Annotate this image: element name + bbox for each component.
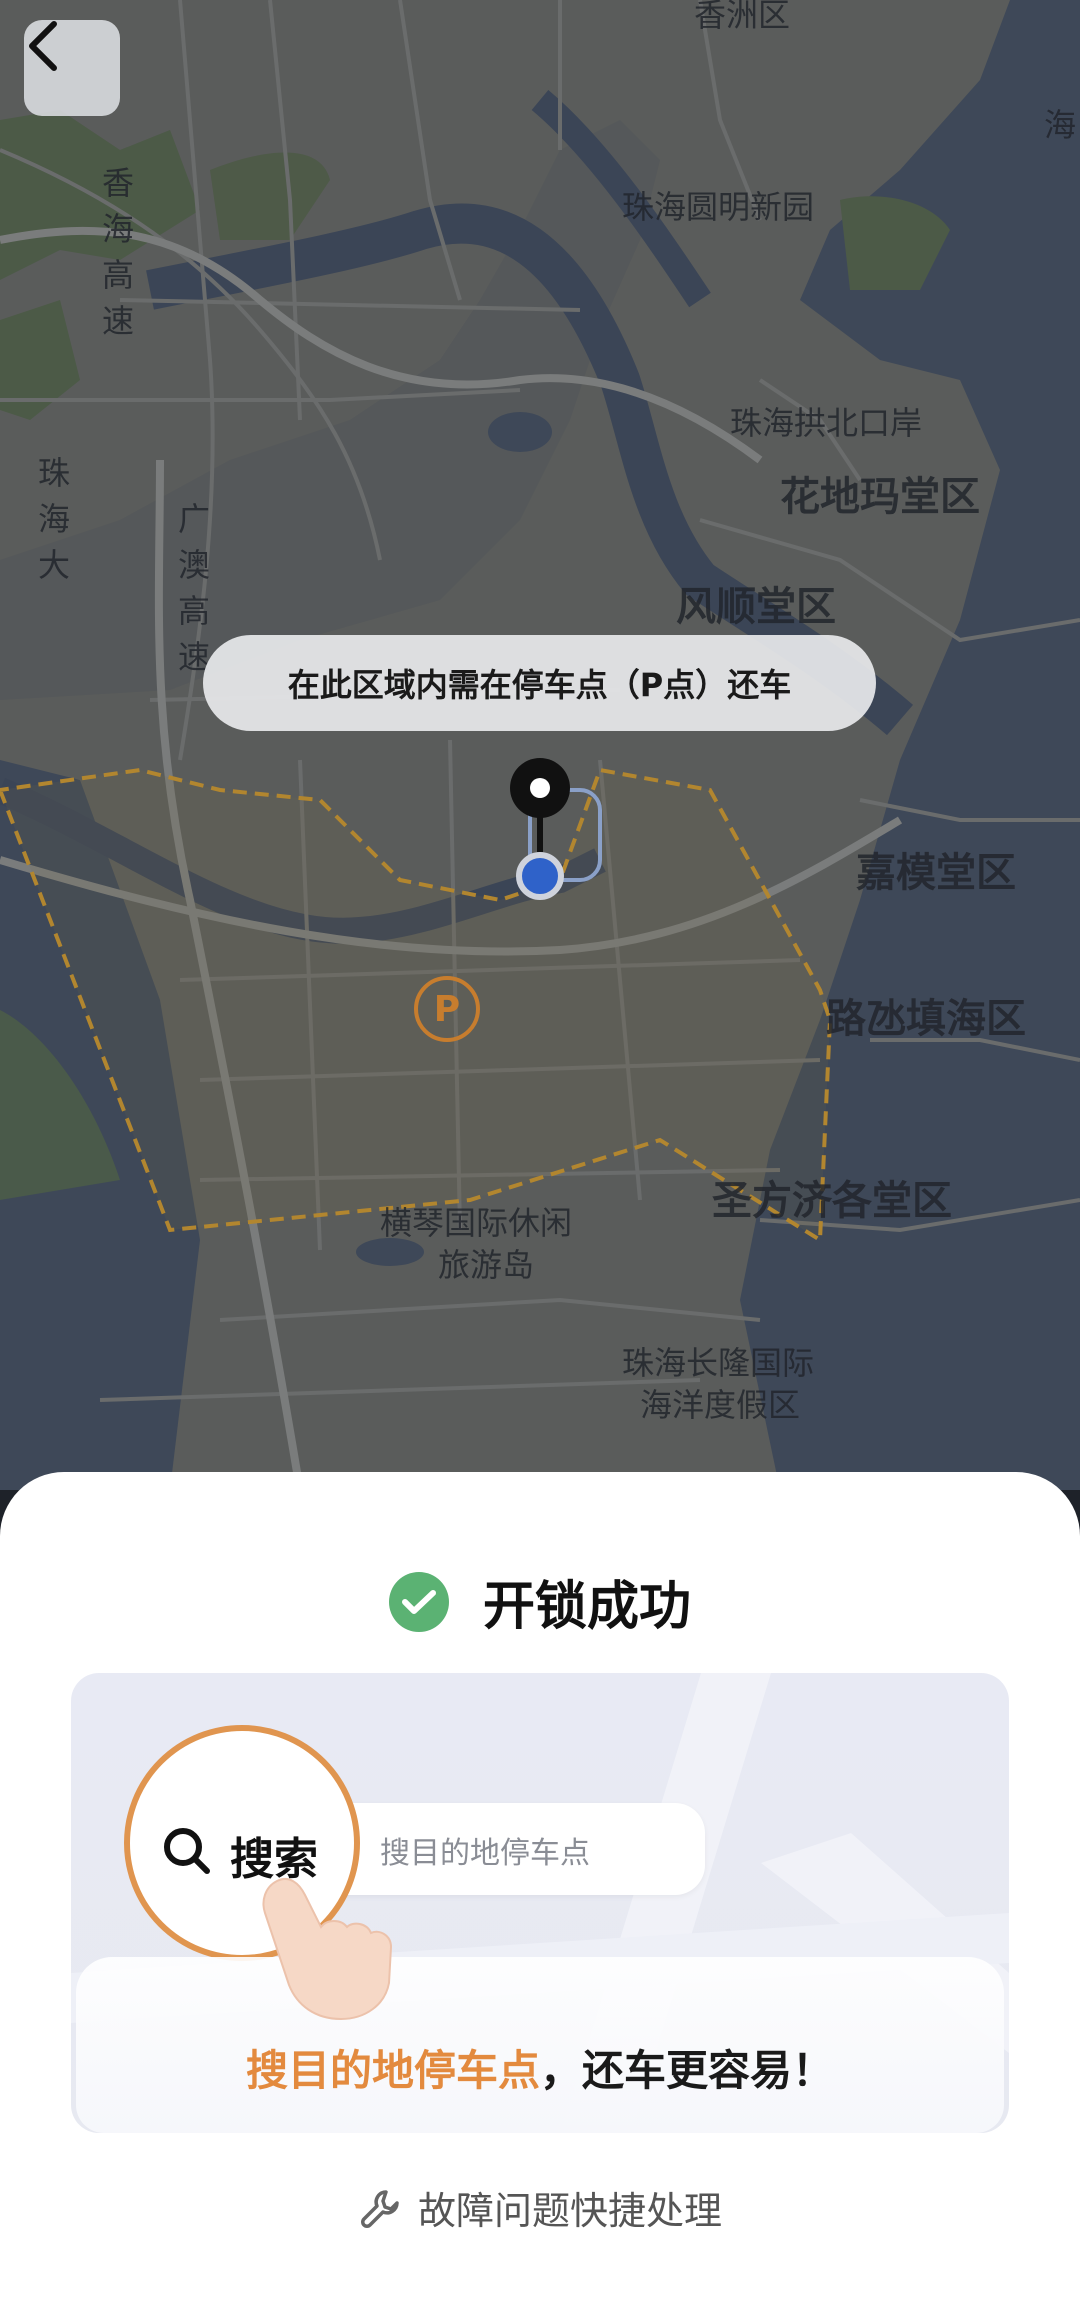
- map-canvas: [0, 0, 1080, 1490]
- road-label: 广澳高速: [177, 500, 210, 676]
- check-circle-icon: [388, 1571, 449, 1632]
- search-placeholder: 搜目的地停车点: [380, 1836, 590, 1871]
- road-label: 珠海大: [37, 454, 70, 584]
- place-label: 海: [1044, 106, 1077, 144]
- place-label: 珠海圆明新园: [622, 188, 815, 226]
- place-label: 嘉模堂区: [856, 850, 1016, 896]
- back-button[interactable]: [24, 20, 120, 116]
- search-icon: [161, 1825, 213, 1881]
- place-label: 风顺堂区: [676, 584, 836, 630]
- parking-point-marker[interactable]: P: [414, 976, 480, 1042]
- place-label: 珠海拱北口岸: [730, 404, 923, 442]
- place-label: 圣方济各堂区: [712, 1178, 952, 1224]
- unlock-success-title: 开锁成功: [482, 1577, 691, 1637]
- place-label: 横琴国际休闲: [380, 1204, 573, 1242]
- pointing-hand-icon: [261, 1873, 411, 2027]
- place-label: 香洲区: [694, 0, 791, 34]
- search-promo-card[interactable]: 搜目的地停车点 搜索 搜目的地停车点，还车更容易！: [71, 1673, 1009, 2133]
- promo-caption-rest: ，还车更容易！: [540, 2046, 835, 2095]
- quick-fault-report-label: 故障问题快捷处理: [417, 2189, 722, 2233]
- wrench-icon: [361, 2189, 399, 2228]
- bottom-sheet: 开锁成功 搜目的地停车点 搜索 搜目的地停车点，还车更容易！ 故障问题快捷处理: [0, 1472, 1080, 2314]
- parking-zone-banner: 在此区域内需在停车点（P点）还车: [203, 635, 876, 731]
- road-label: 香海高速: [101, 164, 134, 340]
- promo-caption-highlight: 搜目的地停车点: [245, 2046, 540, 2095]
- current-location-icon: [516, 852, 564, 900]
- chevron-left-icon: [29, 21, 57, 71]
- place-label: 路氹填海区: [826, 996, 1026, 1042]
- place-label: 珠海长隆国际: [622, 1344, 815, 1382]
- quick-fault-report-link[interactable]: 故障问题快捷处理: [0, 2180, 1080, 2235]
- place-label: 海洋度假区: [640, 1386, 801, 1424]
- promo-caption: 搜目的地停车点，还车更容易！: [71, 2037, 1009, 2098]
- place-label: 花地玛堂区: [780, 474, 980, 520]
- unlock-status: 开锁成功: [0, 1564, 1080, 1639]
- place-label: 旅游岛: [438, 1246, 535, 1284]
- map-view[interactable]: 香洲区 海 珠海圆明新园 珠海拱北口岸 花地玛堂区 风顺堂区 嘉模堂区 路氹填海…: [0, 0, 1080, 1490]
